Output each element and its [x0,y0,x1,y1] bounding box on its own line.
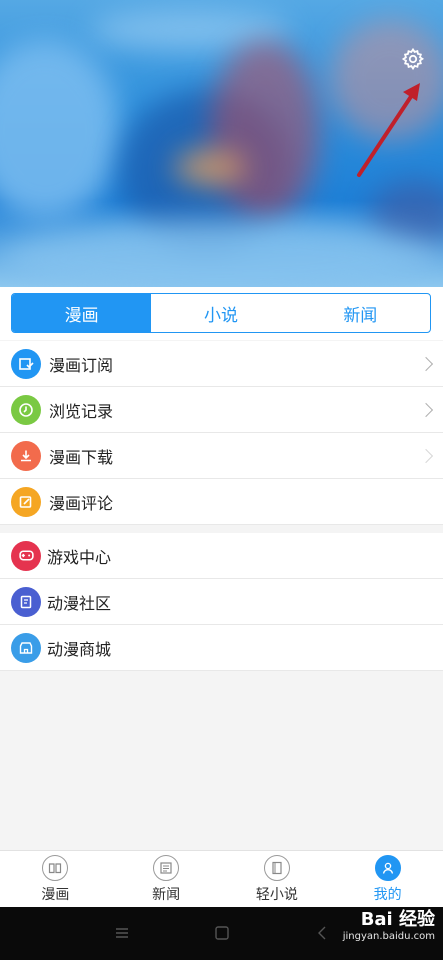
category-tabs: 漫画 小说 新闻 [11,293,431,333]
chevron-right-icon [418,402,434,417]
nav-label: 我的 [373,887,402,903]
menu-item-label: 游戏中心 [47,547,112,567]
baidu-watermark: Bai 经验 jingyan.baidu.com [343,905,435,942]
gear-icon [401,47,425,71]
novel-icon [263,855,290,881]
menu-item-label: 漫画评论 [49,493,114,513]
menu-icon[interactable] [112,923,132,943]
book-icon [42,855,69,881]
menu-item-anime-community[interactable]: 动漫社区 [0,579,443,625]
chevron-right-icon [418,448,434,463]
download-icon [11,440,41,471]
watermark-logo: Bai 经验 [360,909,435,930]
tab-news[interactable]: 新闻 [291,294,430,332]
menu-item-anime-shop[interactable]: 动漫商城 [0,625,443,671]
menu-item-label: 浏览记录 [49,401,114,421]
menu-item-label: 漫画下载 [49,447,114,467]
menu-item-subscriptions[interactable]: 漫画订阅 [0,341,443,387]
menu-item-label: 漫画订阅 [49,355,114,375]
settings-button[interactable] [396,42,430,76]
nav-label: 漫画 [41,887,70,903]
gamepad-icon [11,540,41,571]
nav-comics[interactable]: 漫画 [0,851,111,908]
clock-icon [11,394,41,425]
category-tab-strip: 漫画 小说 新闻 [0,287,443,340]
watermark-url: jingyan.baidu.com [342,931,435,942]
comic-menu-list: 漫画订阅 浏览记录 漫画下载 漫画评论 [0,341,443,525]
subscribe-icon [11,348,41,379]
community-menu-list: 游戏中心 动漫社区 动漫商城 [0,533,443,671]
nav-label: 轻小说 [255,887,298,903]
menu-item-history[interactable]: 浏览记录 [0,387,443,433]
menu-item-label: 动漫商城 [47,639,112,659]
tab-comics[interactable]: 漫画 [12,294,152,332]
community-icon [11,586,41,617]
shop-icon [11,632,41,663]
menu-item-comments[interactable]: 漫画评论 [0,479,443,525]
tab-novels[interactable]: 小说 [151,294,290,332]
bottom-nav: 漫画 新闻 轻小说 我的 [0,850,443,908]
menu-item-downloads[interactable]: 漫画下载 [0,433,443,479]
status-bar [0,0,443,26]
menu-item-game-center[interactable]: 游戏中心 [0,533,443,579]
menu-item-label: 动漫社区 [47,593,112,613]
chevron-right-icon [418,356,434,371]
profile-banner [0,0,443,287]
profile-icon [374,855,401,881]
nav-profile[interactable]: 我的 [332,851,443,908]
nav-label: 新闻 [152,887,181,903]
news-icon [153,855,180,881]
nav-light-novels[interactable]: 轻小说 [222,851,333,908]
home-icon[interactable] [212,923,232,943]
comment-icon [11,486,41,517]
nav-news[interactable]: 新闻 [111,851,222,908]
back-icon[interactable] [312,923,332,943]
